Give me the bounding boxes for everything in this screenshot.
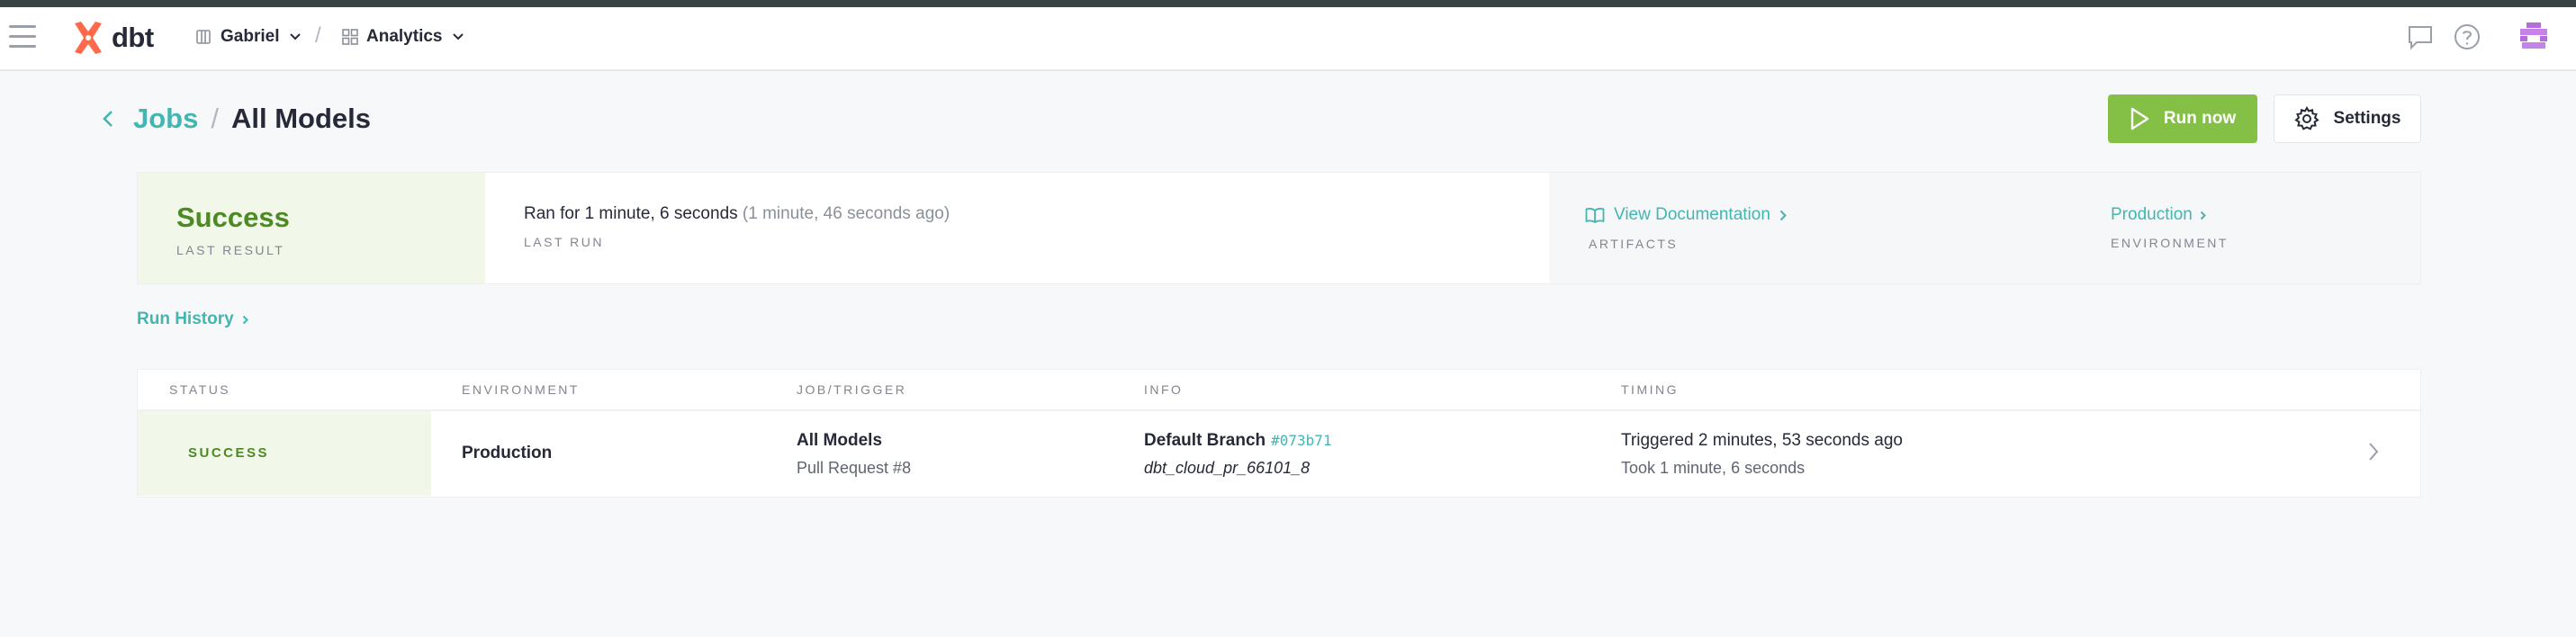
avatar[interactable] [2518, 22, 2549, 52]
chevron-right-icon [1779, 210, 1787, 221]
nav-separator: / [315, 23, 321, 48]
row-triggered-time: Triggered 2 minutes, 53 seconds ago [1621, 431, 1903, 450]
help-icon[interactable] [2454, 23, 2481, 55]
status-cell: SUCCESS [138, 411, 431, 496]
last-run-caption: LAST RUN [524, 235, 604, 249]
project-switcher[interactable]: Analytics [342, 27, 464, 47]
last-result-caption: LAST RESULT [176, 243, 285, 257]
row-commit-hash[interactable]: #073b71 [1271, 432, 1331, 449]
book-icon [1585, 207, 1605, 223]
last-run-ago: (1 minute, 46 seconds ago) [742, 204, 950, 223]
breadcrumb-separator: / [211, 103, 219, 134]
last-run-duration: Ran for 1 minute, 6 seconds [524, 204, 738, 223]
page-header: Jobs / All Models [103, 101, 371, 137]
environment-label: Production [2111, 205, 2193, 224]
chevron-down-icon [453, 33, 464, 40]
last-run-value: Ran for 1 minute, 6 seconds (1 minute, 4… [524, 204, 950, 224]
last-result-value: Success [176, 202, 290, 233]
chevron-right-icon[interactable] [2368, 442, 2379, 462]
building-icon [194, 28, 212, 46]
last-result-section: Success LAST RESULT [138, 173, 485, 283]
row-duration: Took 1 minute, 6 seconds [1621, 459, 1806, 477]
page-title: All Models [230, 103, 371, 134]
column-header-environment: ENVIRONMENT [462, 382, 580, 397]
row-trigger: Pull Request #8 [797, 459, 912, 477]
table-row[interactable]: SUCCESS Production All Models Pull Reque… [137, 409, 2421, 498]
status-badge: SUCCESS [188, 445, 270, 461]
run-history-label: Run History [137, 310, 234, 328]
column-header-info: INFO [1144, 382, 1184, 397]
run-now-button[interactable]: Run now [2108, 94, 2257, 143]
chat-icon[interactable] [2407, 23, 2434, 55]
column-header-timing: TIMING [1621, 382, 1679, 397]
environment-link[interactable]: Production [2111, 205, 2206, 225]
account-name: Gabriel [221, 27, 280, 46]
brand-name: dbt [112, 22, 154, 53]
environment-caption: ENVIRONMENT [2111, 236, 2229, 250]
chevron-right-icon [2200, 211, 2206, 220]
dbt-logo[interactable]: dbt [70, 20, 154, 56]
row-schema: dbt_cloud_pr_66101_8 [1144, 459, 1311, 477]
dbt-logo-icon [70, 20, 106, 56]
back-chevron-icon[interactable] [103, 110, 113, 128]
account-switcher[interactable]: Gabriel [194, 27, 302, 47]
breadcrumb-jobs[interactable]: Jobs [133, 103, 198, 135]
job-summary-panel: Success LAST RESULT Ran for 1 minute, 6 … [137, 172, 2421, 284]
project-name: Analytics [366, 27, 443, 46]
column-header-job-trigger: JOB/TRIGGER [797, 382, 907, 397]
view-documentation-link[interactable]: View Documentation [1585, 205, 1787, 225]
gear-icon [2293, 106, 2319, 131]
row-environment: Production [462, 444, 553, 462]
run-now-label: Run now [2163, 109, 2237, 128]
settings-label: Settings [2333, 109, 2401, 128]
run-history-table-header: STATUS ENVIRONMENT JOB/TRIGGER INFO TIMI… [137, 369, 2421, 409]
chevron-right-icon [242, 315, 248, 325]
menu-icon[interactable] [9, 25, 36, 50]
row-info: Default Branch #073b71 [1144, 431, 1332, 451]
artifacts-section [1549, 173, 2420, 283]
play-icon [2130, 107, 2149, 130]
settings-button[interactable]: Settings [2274, 94, 2421, 143]
top-strip [0, 0, 2576, 7]
artifacts-caption: ARTIFACTS [1589, 237, 1679, 251]
view-documentation-label: View Documentation [1614, 205, 1770, 224]
row-job-name: All Models [797, 431, 883, 450]
column-header-status: STATUS [169, 382, 231, 397]
grid-icon [342, 29, 358, 45]
navbar: dbt Gabriel / Analytics [0, 7, 2576, 71]
row-branch-label: Default Branch [1144, 431, 1266, 450]
run-history-link[interactable]: Run History [137, 310, 248, 329]
chevron-down-icon [290, 33, 302, 40]
